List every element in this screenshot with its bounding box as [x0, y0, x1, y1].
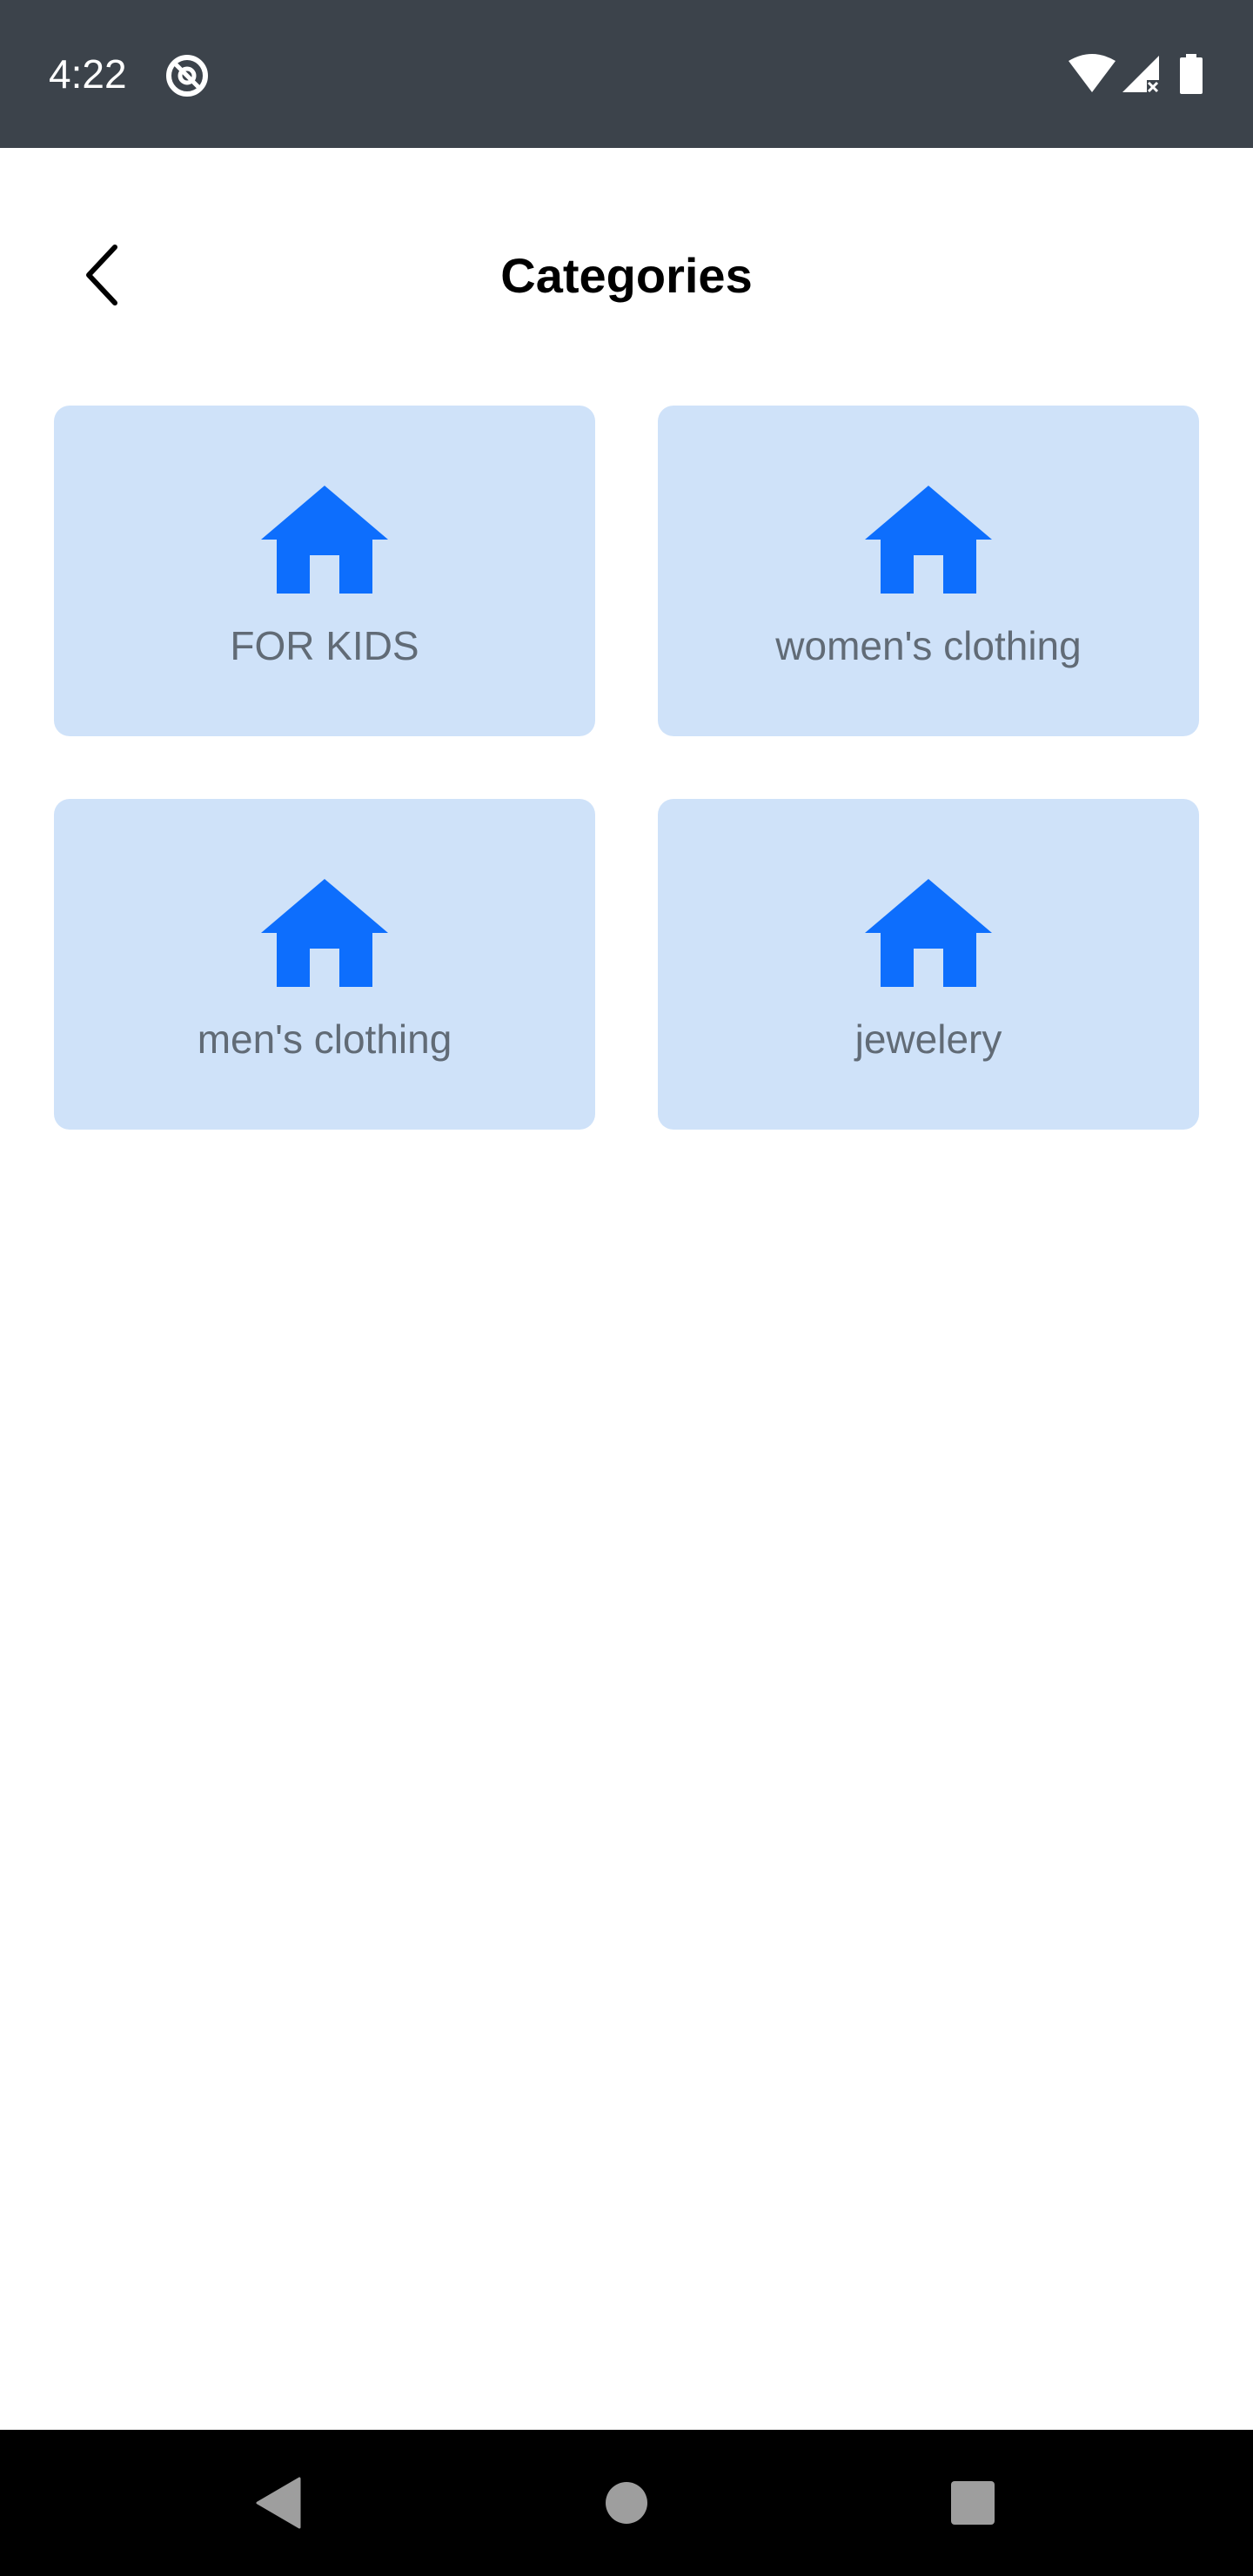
category-label: men's clothing [197, 1016, 452, 1062]
category-label: jewelery [854, 1016, 1002, 1062]
wifi-icon [1069, 54, 1116, 92]
recents-square-icon [951, 2481, 995, 2525]
home-icon [865, 486, 992, 594]
category-card-womens-clothing[interactable]: women's clothing [658, 406, 1199, 736]
category-card-mens-clothing[interactable]: men's clothing [54, 799, 595, 1130]
nav-back-button[interactable] [235, 2459, 322, 2546]
nav-home-button[interactable] [583, 2459, 670, 2546]
category-card-jewelery[interactable]: jewelery [658, 799, 1199, 1130]
category-label: women's clothing [775, 623, 1082, 668]
category-card-for-kids[interactable]: FOR KIDS [54, 406, 595, 736]
navigation-bar [0, 2430, 1253, 2576]
back-triangle-icon [256, 2477, 301, 2529]
category-label: FOR KIDS [230, 623, 419, 668]
status-bar: 4:22 [0, 0, 1253, 148]
home-icon [261, 486, 388, 594]
screen: 4:22 Categories FOR KIDS women's clothin… [0, 0, 1253, 2576]
category-grid: FOR KIDS women's clothing men's clothing… [54, 406, 1199, 1130]
home-icon [865, 879, 992, 987]
page-title: Categories [500, 248, 753, 303]
app-notification-icon [166, 55, 208, 97]
battery-icon [1180, 54, 1203, 94]
cellular-signal-icon [1122, 56, 1159, 93]
home-circle-icon [606, 2482, 647, 2524]
home-icon [261, 879, 388, 987]
nav-recents-button[interactable] [929, 2459, 1016, 2546]
status-time: 4:22 [49, 51, 127, 97]
